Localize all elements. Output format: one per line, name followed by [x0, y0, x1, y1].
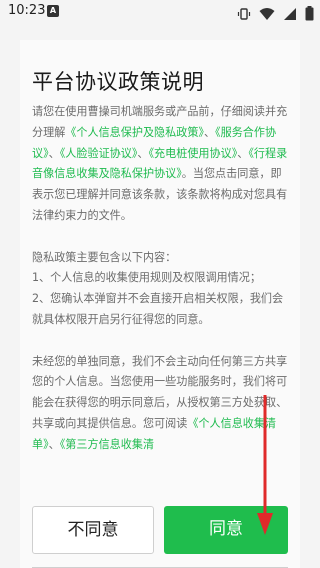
status-time: 10:23: [8, 3, 46, 18]
vibrate-icon: [237, 7, 250, 20]
third-party-info-list-link[interactable]: 《第三方信息收集清: [60, 438, 154, 451]
face-verification-link[interactable]: 《人脸验证协议》: [60, 147, 138, 160]
notification-a-icon: A: [47, 5, 59, 17]
separator: 、: [48, 146, 60, 160]
disagree-button[interactable]: 不同意: [32, 506, 154, 554]
status-bar: 10:23 A: [0, 0, 320, 24]
separator: 、: [237, 146, 249, 160]
separator: 、: [48, 437, 60, 451]
policy-paragraph-sharing: 未经您的单独同意，我们不会主动向任何第三方共享您的个人信息。当您使用一些功能服务…: [32, 352, 290, 456]
privacy-policy-link[interactable]: 《个人信息保护及隐私政策》: [65, 126, 204, 139]
charging-pile-link[interactable]: 《充电桩使用协议》: [149, 147, 238, 160]
separator: 、: [203, 125, 216, 139]
policy-summary-item-1: 1、个人信息的收集使用规则及权限调用情况；: [32, 271, 261, 285]
agree-button[interactable]: 同意: [164, 506, 288, 554]
policy-summary-heading: 隐私政策主要包含以下内容：: [32, 250, 177, 264]
policy-content[interactable]: 请您在使用曹操司机端服务或产品前，仔细阅读并充分理解《个人信息保护及隐私政策》、…: [32, 102, 290, 492]
signal-icon: [283, 7, 296, 20]
battery-icon: [305, 6, 314, 21]
policy-paragraph-intro: 请您在使用曹操司机端服务或产品前，仔细阅读并充分理解《个人信息保护及隐私政策》、…: [32, 102, 290, 227]
policy-summary-item-2: 2、您确认本弹窗并不会直接开启相关权限，我们会就具体权限开启另行征得您的同意。: [32, 292, 284, 326]
separator: 、: [137, 146, 149, 160]
privacy-policy-dialog: 平台协议政策说明 请您在使用曹操司机端服务或产品前，仔细阅读并充分理解《个人信息…: [20, 40, 300, 568]
dialog-title: 平台协议政策说明: [32, 70, 204, 94]
status-icons: [234, 3, 314, 21]
wifi-icon: [259, 7, 275, 20]
